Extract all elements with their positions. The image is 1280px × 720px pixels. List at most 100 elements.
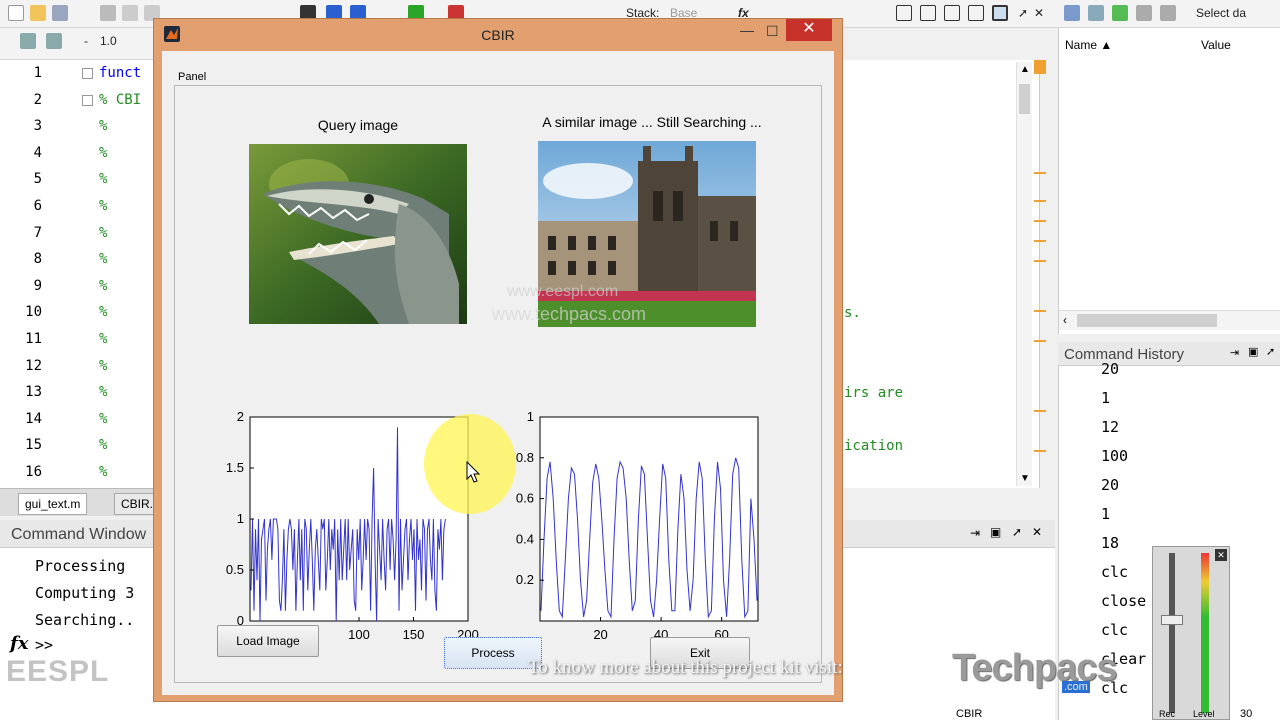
marker[interactable] — [1034, 450, 1046, 452]
close-editor-icon[interactable]: ✕ — [1034, 6, 1044, 20]
workspace-save-icon[interactable] — [1112, 5, 1128, 21]
history-item[interactable]: close — [1101, 592, 1146, 610]
decrement-button[interactable]: - — [84, 34, 88, 48]
x-tick-label: 20 — [593, 627, 607, 642]
scroll-thumb[interactable] — [1019, 84, 1030, 114]
maximize-icon[interactable]: ▣ — [1248, 345, 1258, 358]
undock-icon[interactable]: ➚ — [1012, 525, 1022, 539]
new-file-icon[interactable] — [8, 5, 24, 21]
history-titlebar: Command History ⇥ ▣ ➚ — [1058, 342, 1280, 366]
maximize-icon[interactable]: ☐ — [766, 23, 779, 40]
line-number: 9 — [33, 277, 42, 294]
code-comment-line[interactable]: % — [99, 118, 107, 134]
command-prompt[interactable]: >> — [35, 636, 53, 654]
hsplit-layout-icon[interactable] — [944, 5, 960, 21]
history-item[interactable]: clc — [1101, 621, 1128, 639]
cut-icon[interactable] — [100, 5, 116, 21]
code-comment-line[interactable]: % — [99, 278, 107, 294]
warning-indicator[interactable] — [1034, 60, 1046, 74]
copy-icon[interactable] — [122, 5, 138, 21]
marker[interactable] — [1034, 240, 1046, 242]
line-number: 12 — [25, 357, 42, 374]
workspace-col-name[interactable]: Name ▲ — [1065, 38, 1112, 52]
history-item[interactable]: 1 — [1101, 389, 1110, 407]
code-comment-line[interactable]: % — [99, 411, 107, 427]
workspace-import-icon[interactable] — [1088, 5, 1104, 21]
techpacs-domain: .com — [1062, 681, 1090, 693]
code-comment-line[interactable]: % — [99, 464, 107, 480]
workspace-col-value[interactable]: Value — [1201, 38, 1231, 52]
history-item[interactable]: 12 — [1101, 418, 1119, 436]
marker[interactable] — [1034, 260, 1046, 262]
code-comment-line[interactable]: % — [99, 198, 107, 214]
close-button[interactable]: ✕ — [786, 19, 832, 41]
code-comment-line[interactable]: % — [99, 331, 107, 347]
cell-icon[interactable] — [20, 33, 36, 49]
cbir-titlebar[interactable]: CBIR — ☐ ✕ — [154, 19, 842, 49]
scroll-left-icon[interactable]: ‹ — [1063, 313, 1067, 327]
history-item[interactable]: 18 — [1101, 534, 1119, 552]
cbir-window[interactable]: CBIR — ☐ ✕ Panel Query image A similar i… — [153, 18, 843, 702]
marker[interactable] — [1034, 310, 1046, 312]
fx-icon[interactable]: fx — [10, 633, 28, 654]
tab-gui-text[interactable]: gui_text.m — [18, 493, 88, 515]
plot-area — [539, 416, 759, 622]
scroll-thumb[interactable] — [1077, 314, 1217, 327]
code-comment-line[interactable]: % — [99, 225, 107, 241]
scroll-up-icon[interactable]: ▲ — [1020, 64, 1030, 75]
code-comment-line[interactable]: % — [99, 171, 107, 187]
close-icon[interactable]: ✕ — [1032, 525, 1042, 539]
open-folder-icon[interactable] — [30, 5, 46, 21]
workspace-hscroll[interactable]: ‹ — [1059, 310, 1280, 330]
workspace-print-icon[interactable] — [1136, 5, 1152, 21]
dock-icon[interactable]: ⇥ — [970, 526, 980, 540]
code-comment-line[interactable]: % — [99, 358, 107, 374]
marker[interactable] — [1034, 200, 1046, 202]
close-icon[interactable]: ✕ — [1215, 549, 1227, 561]
float-layout-icon[interactable] — [968, 5, 984, 21]
marker[interactable] — [1034, 172, 1046, 174]
cell-eval-icon[interactable] — [46, 33, 62, 49]
undock-icon[interactable]: ➚ — [1266, 345, 1275, 358]
code-line-2[interactable]: % CBI — [99, 92, 141, 108]
workspace-pane[interactable]: Name ▲ Value ‹ — [1058, 28, 1280, 334]
maximize-icon[interactable]: ▣ — [990, 525, 1001, 539]
marker[interactable] — [1034, 220, 1046, 222]
code-comment-line[interactable]: % — [99, 251, 107, 267]
dock-icon[interactable]: ⇥ — [1230, 346, 1239, 359]
increment-value-field[interactable]: 1.0 — [100, 34, 117, 48]
history-item[interactable]: clc — [1101, 563, 1128, 581]
y-tick-label: 0.8 — [516, 450, 534, 465]
marker[interactable] — [1034, 340, 1046, 342]
undock-icon[interactable]: ➚ — [1018, 6, 1028, 20]
tile-layout-icon[interactable] — [896, 5, 912, 21]
result-image-title: A similar image ... Still Searching ... — [542, 114, 762, 130]
line-number: 2 — [33, 91, 42, 108]
scroll-down-icon[interactable]: ▼ — [1020, 473, 1030, 484]
workspace-delete-icon[interactable] — [1160, 5, 1176, 21]
editor-scrollbar[interactable]: ▼ ▲ — [1016, 62, 1032, 486]
code-comment-line[interactable]: % — [99, 304, 107, 320]
history-item[interactable]: 20 — [1101, 476, 1119, 494]
split-layout-icon[interactable] — [920, 5, 936, 21]
query-image — [249, 144, 467, 324]
load-image-button[interactable]: Load Image — [217, 625, 319, 657]
save-icon[interactable] — [52, 5, 68, 21]
code-line-1[interactable]: funct — [99, 65, 141, 81]
select-data-button[interactable]: Select da — [1196, 6, 1246, 20]
code-comment-line[interactable]: % — [99, 384, 107, 400]
history-item[interactable]: 1 — [1101, 505, 1110, 523]
code-comment-line[interactable]: % — [99, 437, 107, 453]
history-item[interactable]: 100 — [1101, 447, 1128, 465]
minimize-icon[interactable]: — — [740, 22, 754, 38]
level-label: Level — [1193, 709, 1215, 719]
fold-toggle[interactable] — [82, 68, 93, 79]
fold-toggle[interactable] — [82, 95, 93, 106]
y-tick-label: 1.5 — [226, 460, 244, 475]
code-comment-line[interactable]: % — [99, 145, 107, 161]
maximize-layout-icon[interactable] — [992, 5, 1008, 21]
rec-slider-handle[interactable] — [1161, 615, 1183, 625]
history-item[interactable]: 20 — [1101, 360, 1119, 378]
marker[interactable] — [1034, 410, 1046, 412]
workspace-new-icon[interactable] — [1064, 5, 1080, 21]
